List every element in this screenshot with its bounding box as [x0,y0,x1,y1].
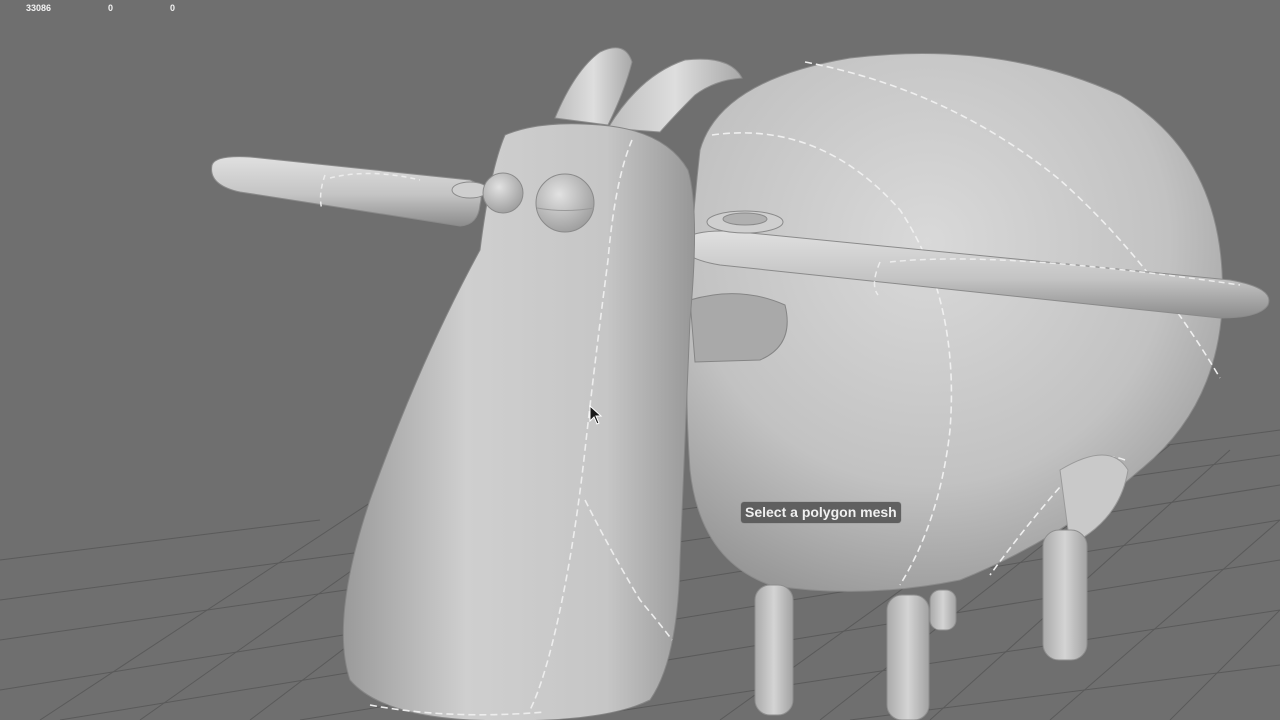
leg-front-right [886,594,930,720]
arrow-cursor-icon [589,405,603,425]
leg-front-left [754,584,794,716]
leg-back-left [929,589,957,631]
3d-viewport[interactable]: 33086 0 0 Select a polygon mesh [0,0,1280,720]
far-ear [211,156,482,227]
viewport-hint-message: Select a polygon mesh [741,502,901,523]
eye-left [482,172,524,214]
hud-stat-verts: 33086 [26,3,52,13]
hud-stat-edges: 0 [108,3,114,13]
tail [689,293,788,363]
leg-back-right [1042,529,1088,661]
eye-right [535,173,595,233]
scene-render[interactable] [0,0,1280,720]
hud-stat-faces: 0 [170,3,176,13]
